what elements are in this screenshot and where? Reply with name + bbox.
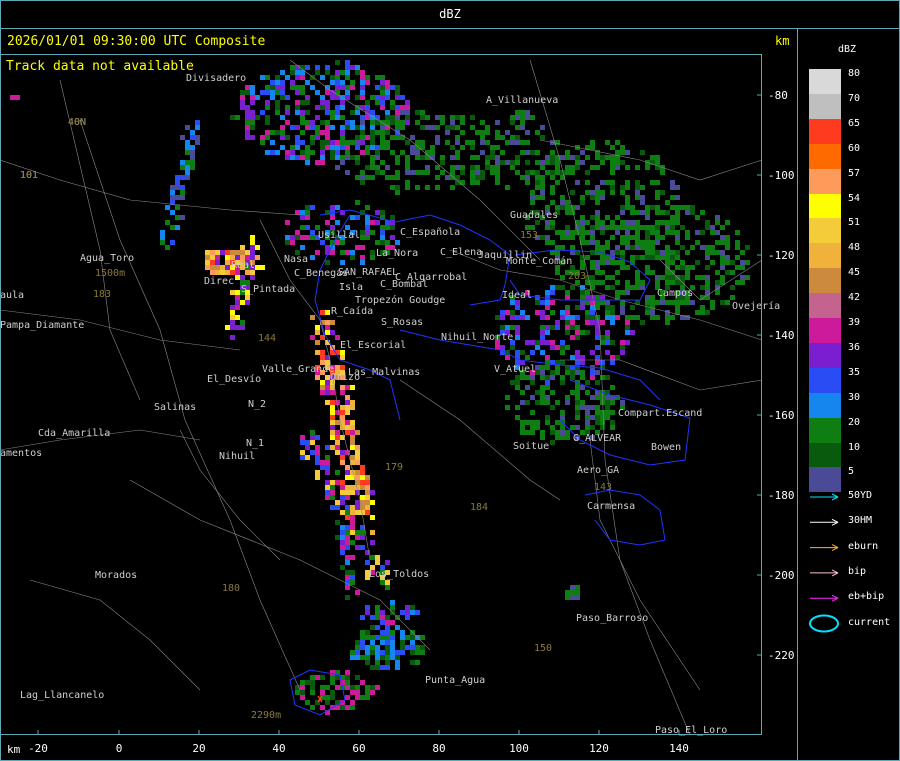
legend-label-48: 48	[848, 242, 861, 254]
legend-swatch-36	[809, 342, 841, 368]
legend-label-30: 30	[848, 391, 861, 403]
legend-label-36: 36	[848, 341, 861, 353]
legend-swatch-54	[809, 193, 841, 219]
y-tick-label: -180	[768, 489, 795, 502]
legend-swatch-48	[809, 243, 841, 269]
legend-swatch-51	[809, 218, 841, 244]
x-tick-label: 100	[509, 742, 529, 755]
legend-label-39: 39	[848, 317, 861, 328]
legend-swatch-65	[809, 118, 841, 144]
legend-label-65: 65	[848, 117, 861, 129]
legend-track-50YD: 50YD	[848, 490, 873, 501]
km-label-bottom: km	[7, 743, 21, 756]
legend-swatch-45	[809, 268, 841, 294]
legend-swatch-60	[809, 143, 841, 169]
legend-swatch-30	[809, 392, 841, 418]
legend-label-35: 35	[848, 366, 861, 378]
legend-label-80: 80	[848, 68, 861, 79]
legend-label-5: 5	[848, 466, 855, 478]
legend-label-20: 20	[848, 416, 861, 428]
legend-track-bip: bip	[848, 565, 867, 577]
legend-track-current: current	[848, 616, 891, 628]
x-tick-label: 20	[192, 742, 205, 755]
x-tick-label: 0	[116, 742, 123, 755]
plot-frame	[0, 54, 762, 735]
x-tick-label: 60	[352, 742, 365, 755]
legend-label-45: 45	[848, 267, 861, 279]
legend-label-51: 51	[848, 217, 861, 229]
x-tick-label: 40	[272, 742, 285, 755]
legend-swatch-5	[809, 467, 841, 493]
x-tick-label: 80	[432, 742, 445, 755]
legend-swatch-42	[809, 293, 841, 319]
legend-label-42: 42	[848, 292, 861, 304]
legend-track-30HM: 30HM	[848, 515, 873, 527]
legend-track-eburn: eburn	[848, 540, 879, 552]
legend-swatch-10	[809, 442, 841, 468]
x-tick-label: -20	[28, 742, 48, 755]
legend-swatch-39	[809, 318, 841, 343]
x-tick-label: 140	[669, 742, 689, 755]
y-tick-label: -120	[768, 249, 795, 262]
legend-label-60: 60	[848, 142, 861, 154]
y-tick-label: -140	[768, 329, 795, 342]
legend-swatch-35	[809, 367, 841, 393]
legend-track-eb+bip: eb+bip	[848, 591, 885, 603]
x-tick-label: 120	[589, 742, 609, 755]
legend-swatch-20	[809, 417, 841, 443]
legend-label-70: 70	[848, 92, 861, 104]
y-tick-label: -80	[768, 89, 788, 102]
legend-label-54: 54	[848, 192, 861, 204]
y-tick-label: -200	[768, 569, 795, 582]
legend-swatch-80	[809, 69, 841, 94]
y-tick-label: -100	[768, 169, 795, 182]
y-tick-label: -160	[768, 409, 795, 422]
legend-label-10: 10	[848, 441, 861, 453]
legend-title: dBZ	[838, 44, 857, 55]
legend-label-57: 57	[848, 167, 861, 179]
legend-swatch-57	[809, 168, 841, 194]
y-tick-label: -220	[768, 649, 795, 662]
legend-swatch-70	[809, 93, 841, 119]
